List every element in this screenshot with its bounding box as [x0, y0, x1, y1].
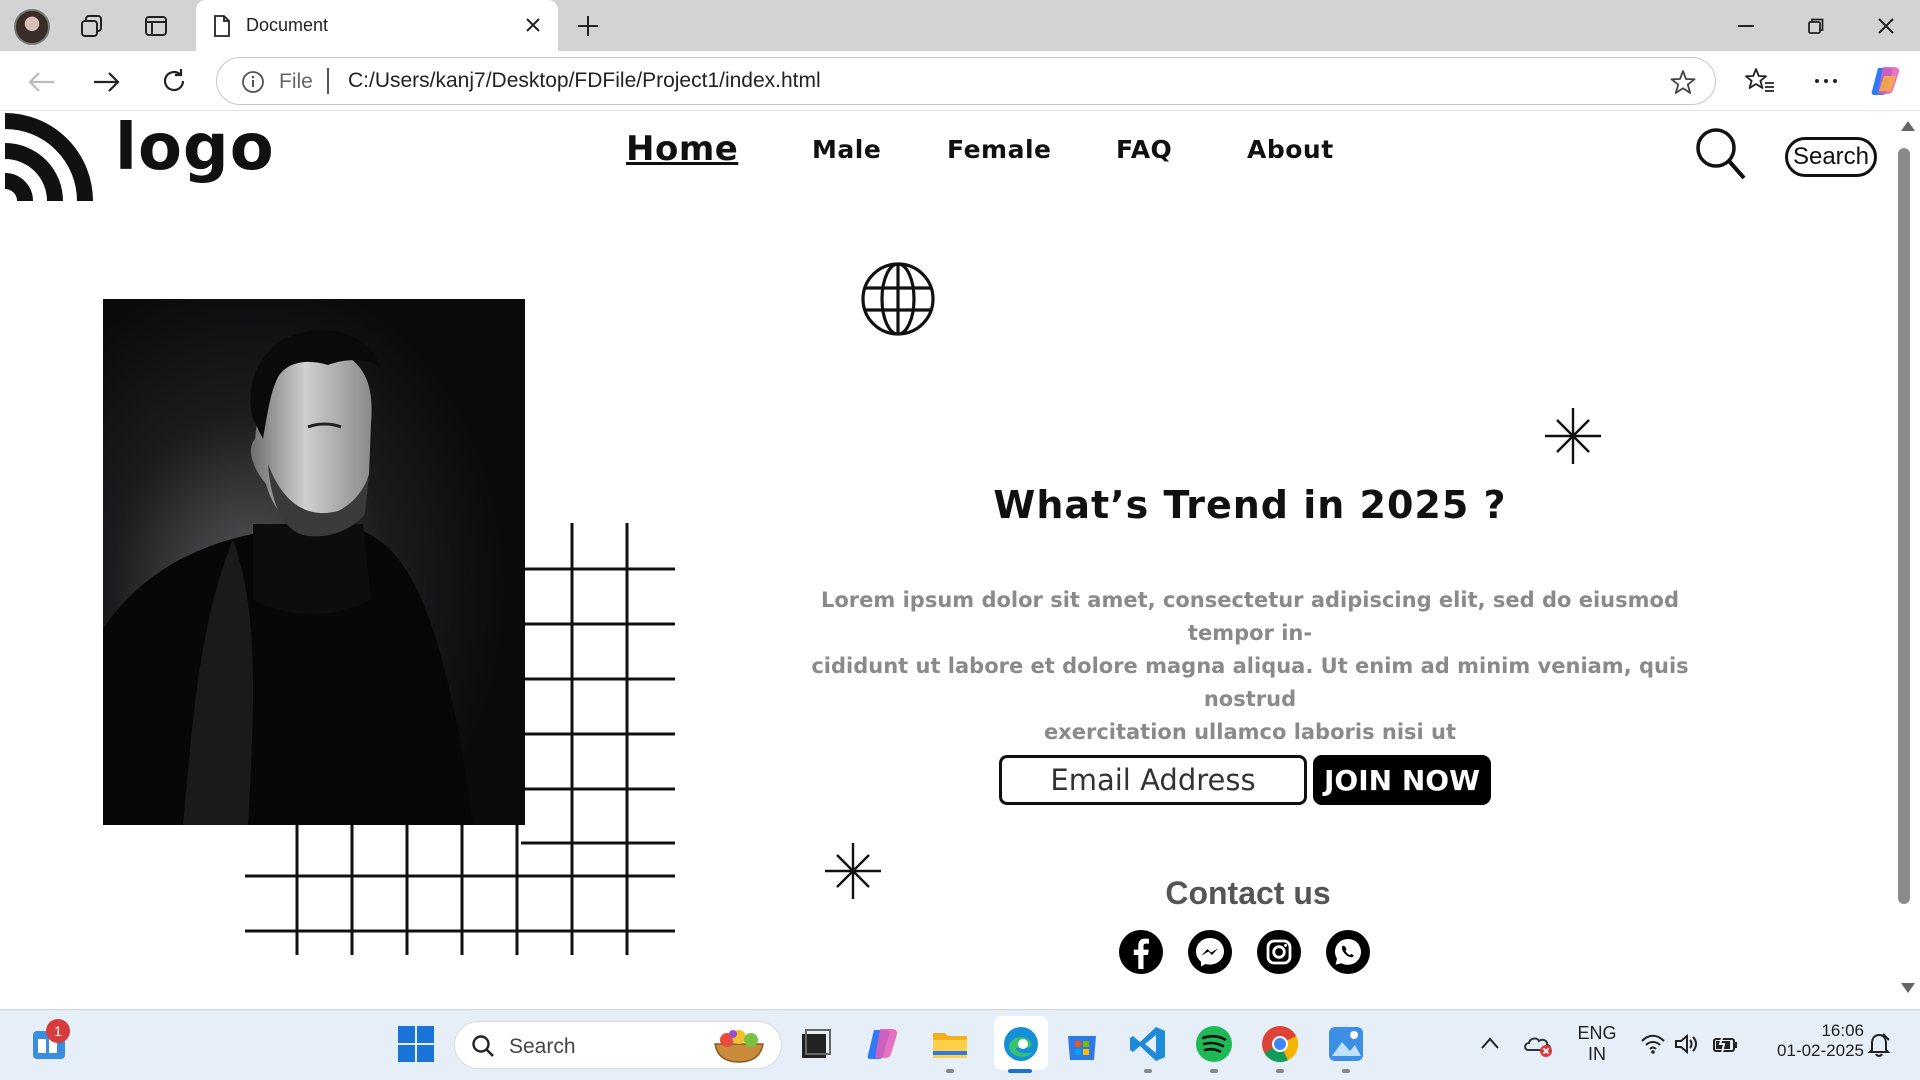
chevron-up-icon[interactable] [1480, 1036, 1500, 1050]
logo-text[interactable]: logo [115, 111, 275, 185]
clock[interactable]: 16:06 01-02-2025 [1756, 1021, 1864, 1061]
spotify-icon[interactable] [1194, 1024, 1234, 1064]
sparkle-star-icon [1545, 408, 1601, 464]
email-field[interactable] [999, 755, 1307, 805]
language-code: ENG [1577, 1023, 1617, 1043]
page-viewport: logo Home Male Female FAQ About Search W… [5, 111, 1896, 1004]
hero-description-line: exercitation ullamco laboris nisi ut [1043, 720, 1457, 744]
hero-description-line: cididunt ut labore et dolore magna aliqu… [811, 654, 1689, 711]
clock-time: 16:06 [1821, 1021, 1864, 1040]
running-indicator [1144, 1069, 1152, 1073]
nav-about[interactable]: About [1247, 135, 1334, 164]
tab-actions-icon[interactable] [142, 12, 170, 40]
clock-date: 01-02-2025 [1777, 1041, 1864, 1060]
active-app-indicator [1008, 1069, 1032, 1073]
hero-description-line: Lorem ipsum dolor sit amet, consectetur … [821, 588, 1679, 645]
running-indicator [1342, 1069, 1350, 1073]
restore-icon[interactable] [1802, 12, 1830, 40]
facebook-icon[interactable] [1118, 929, 1164, 975]
globe-icon [861, 262, 935, 336]
scroll-thumb[interactable] [1898, 148, 1910, 904]
workspaces-icon[interactable] [78, 12, 106, 40]
instagram-icon[interactable] [1256, 929, 1302, 975]
taskbar-search-box[interactable]: Search [454, 1021, 782, 1069]
tab-document[interactable]: Document [196, 0, 558, 51]
hero-heading: What’s Trend in 2025 ? [993, 483, 1507, 527]
browser-tab-bar: Document [0, 0, 1920, 51]
nav-home[interactable]: Home [626, 129, 738, 169]
region-code: IN [1588, 1044, 1606, 1064]
join-now-button[interactable]: JOIN NOW [1313, 755, 1491, 805]
volume-icon[interactable] [1674, 1033, 1700, 1055]
url-scheme-label: File [279, 70, 313, 93]
info-icon[interactable] [241, 70, 265, 94]
search-highlight-fruit-basket-icon [714, 1030, 764, 1063]
windows-start-icon[interactable] [396, 1024, 436, 1064]
photos-icon[interactable] [1326, 1024, 1366, 1064]
favorite-star-icon[interactable] [1669, 68, 1697, 96]
copilot-app-icon[interactable] [864, 1024, 904, 1064]
microsoft-store-icon[interactable] [1062, 1024, 1102, 1064]
logo-mark-icon [5, 113, 93, 201]
language-indicator[interactable]: ENG IN [1572, 1023, 1622, 1065]
hero-description: Lorem ipsum dolor sit amet, consectetur … [775, 584, 1725, 749]
running-indicator [946, 1069, 954, 1073]
running-indicator [1210, 1069, 1218, 1073]
nav-female[interactable]: Female [947, 135, 1051, 164]
search-icon[interactable] [1695, 127, 1747, 181]
close-window-icon[interactable] [1872, 12, 1900, 40]
address-bar[interactable]: File C:/Users/kanj7/Desktop/FDFile/Proje… [216, 57, 1716, 105]
url-separator [327, 68, 329, 94]
more-options-icon[interactable] [1810, 65, 1842, 97]
back-icon[interactable] [26, 67, 56, 97]
tab-title: Document [246, 15, 329, 35]
url-text[interactable]: C:/Users/kanj7/Desktop/FDFile/Project1/i… [348, 69, 821, 93]
whatsapp-icon[interactable] [1325, 929, 1371, 975]
copilot-icon[interactable] [1868, 63, 1904, 99]
file-explorer-icon[interactable] [930, 1024, 970, 1064]
contact-title: Contact us [1165, 875, 1331, 911]
chrome-icon[interactable] [1260, 1024, 1300, 1064]
forward-icon[interactable] [92, 67, 122, 97]
search-button[interactable]: Search [1785, 137, 1877, 177]
wifi-icon[interactable] [1640, 1033, 1666, 1055]
sparkle-star-icon [825, 843, 881, 899]
minimize-icon[interactable] [1732, 12, 1760, 40]
notification-bell-icon[interactable] [1866, 1032, 1892, 1058]
favorites-icon[interactable] [1744, 65, 1776, 97]
taskbar-search-placeholder: Search [509, 1035, 576, 1058]
nav-male[interactable]: Male [812, 135, 881, 164]
scroll-up-icon[interactable] [1901, 121, 1915, 131]
search-icon [472, 1035, 494, 1057]
scroll-down-icon[interactable] [1901, 983, 1915, 993]
edge-browser-icon[interactable] [1001, 1024, 1041, 1064]
profile-avatar[interactable] [14, 9, 50, 45]
notification-badge: 1 [46, 1019, 70, 1043]
document-icon [212, 14, 232, 38]
model-portrait-image [103, 299, 525, 825]
onedrive-error-icon[interactable] [1524, 1032, 1554, 1058]
refresh-icon[interactable] [158, 65, 190, 97]
new-tab-icon[interactable] [574, 12, 602, 40]
running-indicator [1276, 1069, 1284, 1073]
messenger-icon[interactable] [1187, 929, 1233, 975]
battery-icon[interactable] [1712, 1034, 1738, 1054]
close-tab-icon[interactable] [522, 14, 544, 36]
address-toolbar: File C:/Users/kanj7/Desktop/FDFile/Proje… [0, 51, 1920, 111]
nav-faq[interactable]: FAQ [1116, 135, 1172, 164]
task-view-icon[interactable] [796, 1024, 836, 1064]
vscode-icon[interactable] [1128, 1024, 1168, 1064]
